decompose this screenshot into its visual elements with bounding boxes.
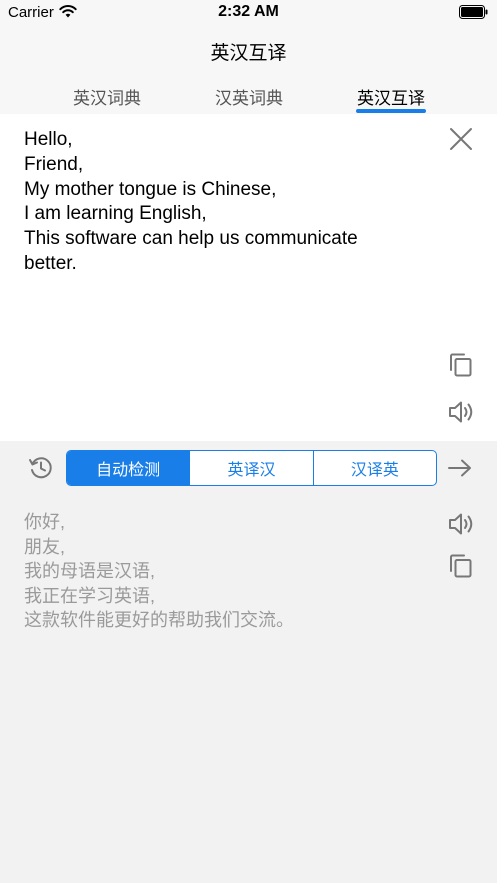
active-tab-indicator	[356, 109, 426, 113]
arrow-right-icon[interactable]	[446, 454, 474, 482]
translation-direction-control[interactable]: 自动检测 英译汉 汉译英	[66, 450, 437, 486]
translated-text: 你好, 朋友, 我的母语是汉语, 我正在学习英语, 这款软件能更好的帮助我们交流…	[24, 510, 424, 633]
source-line: better.	[24, 252, 77, 274]
segment-cn-to-en[interactable]: 汉译英	[314, 451, 436, 485]
status-bar: Carrier 2:32 AM	[0, 0, 497, 26]
source-line: I am learning English,	[24, 203, 207, 225]
source-line: This software can help us communicate	[24, 228, 358, 250]
direction-toolbar: 自动检测 英译汉 汉译英	[0, 441, 497, 495]
translated-line: 你好,	[24, 512, 66, 532]
tab-cn-en-dictionary[interactable]: 汉英词典	[215, 84, 283, 109]
input-panel[interactable]: Hello, Friend, My mother tongue is Chine…	[0, 114, 497, 441]
copy-icon[interactable]	[446, 551, 476, 581]
tab-bar: 英汉词典 汉英词典 英汉互译	[0, 74, 497, 114]
output-panel: 你好, 朋友, 我的母语是汉语, 我正在学习英语, 这款软件能更好的帮助我们交流…	[0, 495, 497, 883]
translated-line: 朋友,	[24, 536, 66, 557]
history-icon[interactable]	[27, 454, 55, 482]
translated-line: 这款软件能更好的帮助我们交流。	[24, 610, 294, 631]
speaker-icon[interactable]	[446, 397, 476, 427]
translated-line: 我的母语是汉语,	[24, 561, 156, 582]
close-icon[interactable]	[446, 124, 476, 154]
segment-auto-detect[interactable]: 自动检测	[67, 451, 191, 485]
nav-bar: 英汉互译	[0, 26, 497, 74]
status-time: 2:32 AM	[218, 3, 279, 20]
tab-en-cn-dictionary[interactable]: 英汉词典	[73, 84, 141, 109]
page-title: 英汉互译	[210, 43, 287, 64]
source-line: My mother tongue is Chinese,	[24, 178, 277, 200]
source-text-input[interactable]: Hello, Friend, My mother tongue is Chine…	[24, 128, 424, 277]
copy-icon[interactable]	[446, 350, 476, 380]
tab-translate[interactable]: 英汉互译	[357, 84, 425, 109]
segment-en-to-cn[interactable]: 英译汉	[190, 451, 314, 485]
source-line: Hello,	[24, 129, 73, 150]
translated-line: 我正在学习英语,	[24, 585, 156, 606]
battery-icon	[459, 5, 489, 24]
source-line: Friend,	[24, 153, 84, 175]
speaker-icon[interactable]	[446, 509, 476, 539]
